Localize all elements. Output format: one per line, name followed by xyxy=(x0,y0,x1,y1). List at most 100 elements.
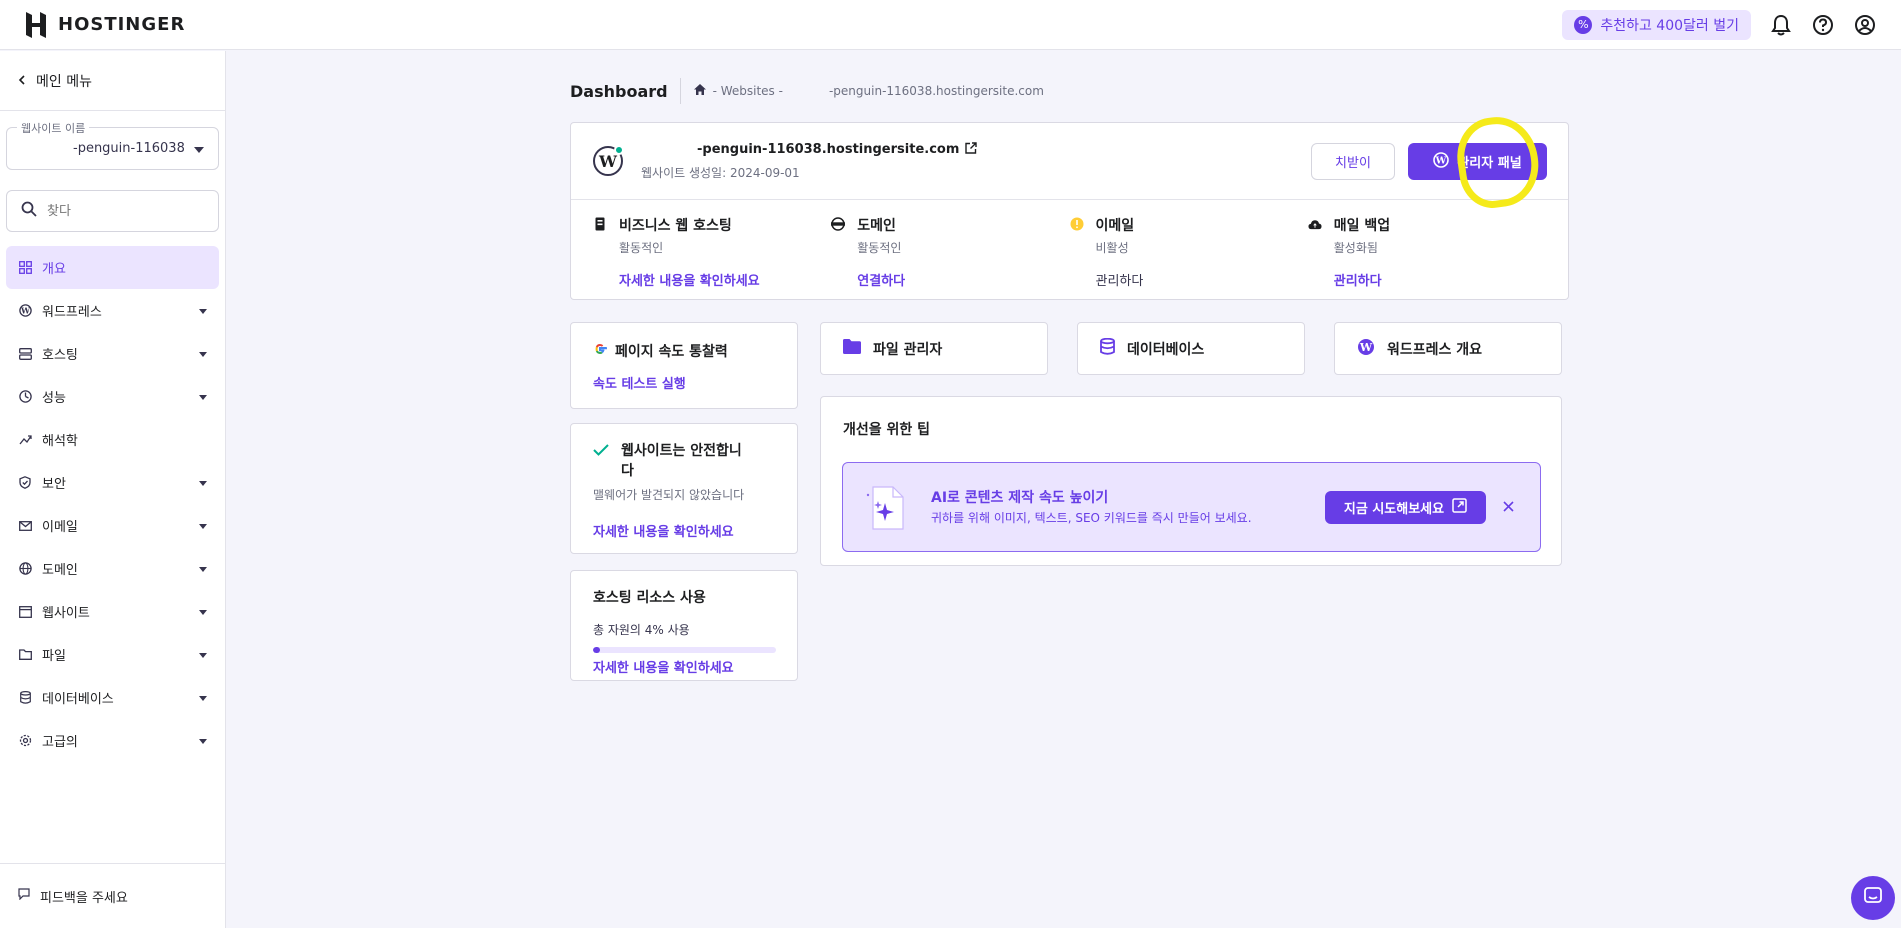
mail-icon xyxy=(18,519,32,533)
website-select-value: -penguin-116038 xyxy=(73,141,185,156)
sidebar-item-security[interactable]: 보안 xyxy=(6,461,219,504)
service-title: 이메일 xyxy=(1095,218,1135,234)
sidebar-item-label: 워드프레스 xyxy=(42,305,102,320)
sidebar-item-wordpress[interactable]: W 워드프레스 xyxy=(6,289,219,332)
external-link-icon xyxy=(1452,498,1467,517)
sidebar-item-databases[interactable]: 데이터베이스 xyxy=(6,676,219,719)
sidebar-item-label: 이메일 xyxy=(42,520,78,535)
quick-link-label: 워드프레스 개요 xyxy=(1387,341,1483,358)
security-status-text: 맬웨어가 발견되지 않았습니다 xyxy=(593,488,745,502)
service-status: 활성화됨 xyxy=(1333,241,1378,255)
sidebar-item-hosting[interactable]: 호스팅 xyxy=(6,332,219,375)
warning-icon xyxy=(1070,217,1084,231)
security-title-line2: 다 xyxy=(621,463,634,479)
caret-down-icon xyxy=(199,475,207,490)
wordpress-icon: W xyxy=(18,304,32,318)
hosting-icon xyxy=(593,217,607,231)
sidebar-item-label: 도메인 xyxy=(42,563,78,578)
service-link[interactable]: 연결하다 xyxy=(857,270,905,289)
top-bar: HOSTINGER % 추천하고 400달러 벌기 xyxy=(0,0,1901,50)
sidebar-item-email[interactable]: 이메일 xyxy=(6,504,219,547)
try-now-button[interactable]: 지금 시도해보세요 xyxy=(1325,491,1486,524)
tips-card: 개선을 위한 팁 AI로 콘텐츠 제작 속도 높이기 귀하를 위해 이미지, 텍… xyxy=(820,396,1562,566)
website-select[interactable]: 웹사이트 이름 -penguin-116038 xyxy=(6,120,219,170)
sidebar-item-label: 호스팅 xyxy=(42,348,78,363)
breadcrumb: Dashboard - Websites - -penguin-116038.h… xyxy=(570,78,1570,104)
home-icon[interactable] xyxy=(693,83,707,99)
sidebar-item-files[interactable]: 파일 xyxy=(6,633,219,676)
sidebar-item-label: 보안 xyxy=(42,477,66,492)
caret-down-icon xyxy=(199,303,207,318)
feedback-label: 피드백을 주세요 xyxy=(40,890,128,906)
sidebar-item-websites[interactable]: 웹사이트 xyxy=(6,590,219,633)
globe-icon xyxy=(18,562,32,576)
chevron-left-icon xyxy=(18,73,26,89)
back-to-main-menu[interactable]: 메인 메뉴 xyxy=(0,51,225,111)
service-status: 비활성 xyxy=(1095,241,1129,255)
sidebar-item-label: 성능 xyxy=(42,391,66,406)
service-backups: 매일 백업 활성화됨 관리하다 xyxy=(1308,200,1546,300)
wordpress-icon: W xyxy=(1357,338,1375,360)
cloud-upload-icon xyxy=(1308,217,1322,231)
security-card: 웹사이트는 안전합니 다 맬웨어가 발견되지 않았습니다 자세한 내용을 확인하… xyxy=(570,423,798,554)
sidebar-item-performance[interactable]: 성능 xyxy=(6,375,219,418)
help-icon[interactable] xyxy=(1811,13,1835,37)
resources-title: 호스팅 리소스 사용 xyxy=(593,590,706,606)
security-title-line1: 웹사이트는 안전합니 xyxy=(621,443,742,459)
resources-progress-fill xyxy=(593,647,601,653)
caret-down-icon xyxy=(199,389,207,404)
tip-heading: AI로 콘텐츠 제작 속도 높이기 xyxy=(931,490,1109,506)
external-link-icon xyxy=(965,141,978,158)
chat-support-button[interactable] xyxy=(1851,876,1895,920)
feedback-link[interactable]: 피드백을 주세요 xyxy=(0,863,226,928)
close-icon[interactable] xyxy=(1503,497,1514,516)
sidebar-item-domain[interactable]: 도메인 xyxy=(6,547,219,590)
run-speed-test-link[interactable]: 속도 테스트 실행 xyxy=(593,373,686,392)
search-input[interactable] xyxy=(47,203,197,219)
website-select-label: 웹사이트 이름 xyxy=(17,120,90,136)
resources-card: 호스팅 리소스 사용 총 자원의 4% 사용 자세한 내용을 확인하세요 xyxy=(570,570,798,681)
service-link[interactable]: 자세한 내용을 확인하세요 xyxy=(619,270,760,289)
breadcrumb-websites[interactable]: - Websites - xyxy=(713,84,783,98)
main-content: Dashboard - Websites - -penguin-116038.h… xyxy=(570,78,1570,681)
service-hosting: 비즈니스 웹 호스팅 활동적인 자세한 내용을 확인하세요 xyxy=(593,200,831,300)
caret-down-icon xyxy=(199,561,207,576)
quick-link-databases[interactable]: 데이터베이스 xyxy=(1077,322,1305,375)
sidebar-item-analytics[interactable]: 해석학 xyxy=(6,418,219,461)
account-icon[interactable] xyxy=(1853,13,1877,37)
admin-panel-button[interactable]: W 관리자 패널 xyxy=(1408,143,1547,180)
pagespeed-card: 페이지 속도 통찰력 속도 테스트 실행 xyxy=(570,322,798,409)
secondary-action-button[interactable]: 치받이 xyxy=(1311,143,1395,180)
page-title: Dashboard xyxy=(570,81,668,101)
ai-content-tip-banner: AI로 콘텐츠 제작 속도 높이기 귀하를 위해 이미지, 텍스트, SEO 키… xyxy=(842,462,1541,552)
quick-link-wordpress-overview[interactable]: W 워드프레스 개요 xyxy=(1334,322,1562,375)
service-link[interactable]: 관리하다 xyxy=(1334,270,1390,289)
caret-down-icon xyxy=(199,346,207,361)
resources-usage-text: 총 자원의 4% 사용 xyxy=(593,623,690,637)
resources-progress-bar xyxy=(593,647,776,653)
svg-text:W: W xyxy=(1359,341,1373,354)
service-title: 비즈니스 웹 호스팅 xyxy=(619,218,732,234)
sidebar-item-label: 해석학 xyxy=(42,434,78,449)
resources-details-link[interactable]: 자세한 내용을 확인하세요 xyxy=(593,657,734,676)
service-domain: 도메인 활동적인 연결하다 xyxy=(831,200,1069,300)
svg-text:W: W xyxy=(1435,155,1447,166)
try-now-label: 지금 시도해보세요 xyxy=(1343,502,1445,517)
sidebar-item-label: 개요 xyxy=(42,262,66,277)
tips-title: 개선을 위한 팁 xyxy=(843,422,931,438)
website-domain-link[interactable]: -penguin-116038.hostingersite.com xyxy=(641,141,978,158)
referral-button[interactable]: % 추천하고 400달러 벌기 xyxy=(1562,9,1751,40)
service-title: 도메인 xyxy=(857,218,896,234)
sidebar: 메인 메뉴 웹사이트 이름 -penguin-116038 개요 W 워드프레스 xyxy=(0,51,226,928)
bell-icon[interactable] xyxy=(1769,13,1793,37)
sidebar-item-advanced[interactable]: 고급의 xyxy=(6,719,219,762)
hostinger-logo[interactable]: HOSTINGER xyxy=(24,11,185,39)
service-link[interactable]: 관리하다 xyxy=(1096,270,1144,289)
sidebar-search[interactable] xyxy=(6,190,219,232)
caret-down-icon xyxy=(199,647,207,662)
wordpress-logo-icon: W xyxy=(593,145,624,176)
security-details-link[interactable]: 자세한 내용을 확인하세요 xyxy=(593,521,734,540)
sidebar-item-overview[interactable]: 개요 xyxy=(6,246,219,289)
browser-icon xyxy=(18,605,32,619)
quick-link-file-manager[interactable]: 파일 관리자 xyxy=(820,322,1048,375)
